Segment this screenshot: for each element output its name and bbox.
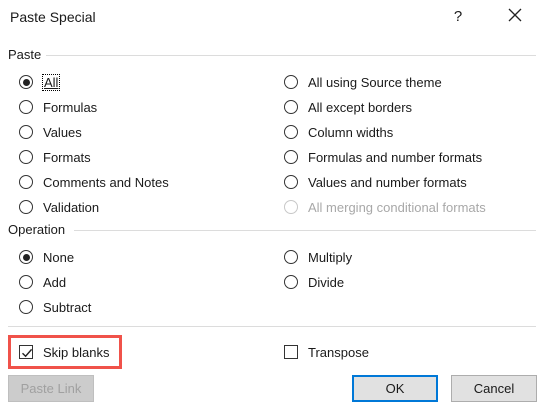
radio-values-circle[interactable] xyxy=(19,125,33,139)
radio-comments-notes-circle[interactable] xyxy=(19,175,33,189)
transpose-checkbox[interactable]: Transpose xyxy=(284,341,369,363)
skip-blanks-label: Skip blanks xyxy=(43,344,110,360)
radio-divide-circle[interactable] xyxy=(284,275,298,289)
radio-validation-label: Validation xyxy=(43,199,100,215)
radio-divide-label: Divide xyxy=(308,274,345,290)
options-divider xyxy=(8,326,536,327)
skip-blanks-checkbox[interactable]: Skip blanks xyxy=(19,341,109,363)
radio-validation-circle[interactable] xyxy=(19,200,33,214)
radio-divide[interactable]: Divide xyxy=(284,271,344,293)
radio-comments-notes[interactable]: Comments and Notes xyxy=(19,171,169,193)
radio-all-except-borders-label: All except borders xyxy=(308,99,413,115)
radio-all-label: All xyxy=(41,73,61,91)
paste-group-divider xyxy=(46,55,536,56)
radio-merging-conditional-formats-circle xyxy=(284,200,298,214)
radio-multiply-circle[interactable] xyxy=(284,250,298,264)
radio-add-label: Add xyxy=(43,274,67,290)
radio-column-widths[interactable]: Column widths xyxy=(284,121,393,143)
radio-add[interactable]: Add xyxy=(19,271,66,293)
radio-formulas-number-formats-circle[interactable] xyxy=(284,150,298,164)
radio-formulas-number-formats[interactable]: Formulas and number formats xyxy=(284,146,482,168)
radio-formats-circle[interactable] xyxy=(19,150,33,164)
radio-subtract-label: Subtract xyxy=(43,299,92,315)
radio-all-source-theme-label: All using Source theme xyxy=(308,74,442,90)
radio-formats[interactable]: Formats xyxy=(19,146,91,168)
paste-link-button[interactable]: Paste Link xyxy=(8,375,94,402)
radio-formulas-label: Formulas xyxy=(43,99,98,115)
radio-subtract-circle[interactable] xyxy=(19,300,33,314)
radio-column-widths-circle[interactable] xyxy=(284,125,298,139)
radio-subtract[interactable]: Subtract xyxy=(19,296,91,318)
radio-all-source-theme-circle[interactable] xyxy=(284,75,298,89)
skip-blanks-box[interactable] xyxy=(19,345,33,359)
radio-all-source-theme[interactable]: All using Source theme xyxy=(284,71,442,93)
check-icon xyxy=(22,348,33,358)
operation-group-label: Operation xyxy=(8,222,66,237)
radio-none-label: None xyxy=(43,249,75,265)
close-icon[interactable] xyxy=(506,6,524,24)
radio-formats-label: Formats xyxy=(43,149,91,165)
radio-values-label: Values xyxy=(43,124,82,140)
radio-none[interactable]: None xyxy=(19,246,74,268)
radio-all-circle[interactable] xyxy=(19,75,33,89)
radio-values-number-formats-label: Values and number formats xyxy=(308,174,467,190)
radio-add-circle[interactable] xyxy=(19,275,33,289)
radio-all[interactable]: All xyxy=(19,71,61,93)
cancel-button[interactable]: Cancel xyxy=(451,375,537,402)
paste-group-label: Paste xyxy=(8,47,42,62)
radio-values-number-formats-circle[interactable] xyxy=(284,175,298,189)
radio-comments-notes-label: Comments and Notes xyxy=(43,174,169,190)
operation-group-divider xyxy=(74,230,536,231)
radio-all-except-borders-circle[interactable] xyxy=(284,100,298,114)
radio-merging-conditional-formats: All merging conditional formats xyxy=(284,196,486,218)
radio-all-except-borders[interactable]: All except borders xyxy=(284,96,412,118)
radio-validation[interactable]: Validation xyxy=(19,196,99,218)
ok-button[interactable]: OK xyxy=(352,375,438,402)
radio-formulas-number-formats-label: Formulas and number formats xyxy=(308,149,483,165)
radio-column-widths-label: Column widths xyxy=(308,124,394,140)
radio-multiply-label: Multiply xyxy=(308,249,353,265)
radio-formulas-circle[interactable] xyxy=(19,100,33,114)
dialog-title: Paste Special xyxy=(10,9,96,25)
radio-none-circle[interactable] xyxy=(19,250,33,264)
radio-formulas[interactable]: Formulas xyxy=(19,96,97,118)
help-button[interactable]: ? xyxy=(452,8,464,25)
radio-multiply[interactable]: Multiply xyxy=(284,246,352,268)
radio-merging-conditional-formats-label: All merging conditional formats xyxy=(308,199,486,215)
radio-values-number-formats[interactable]: Values and number formats xyxy=(284,171,467,193)
transpose-box[interactable] xyxy=(284,345,298,359)
radio-values[interactable]: Values xyxy=(19,121,82,143)
transpose-label: Transpose xyxy=(308,344,369,360)
